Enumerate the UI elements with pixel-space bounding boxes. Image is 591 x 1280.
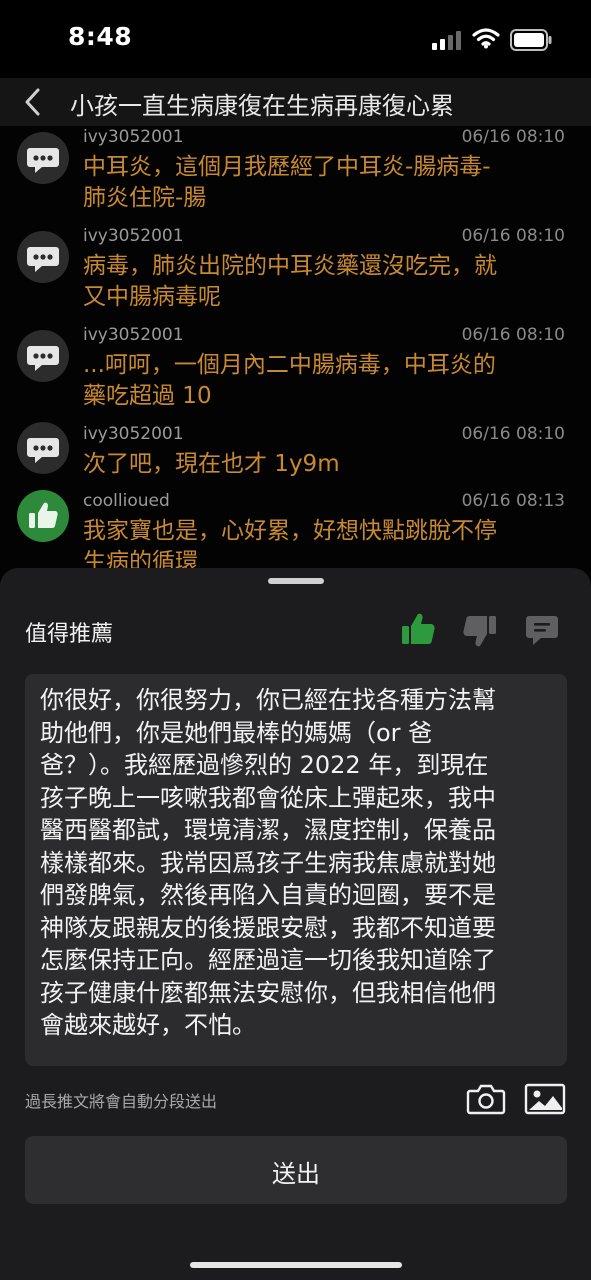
- wifi-icon: [472, 28, 500, 49]
- thumbs-down-icon[interactable]: [462, 612, 498, 648]
- home-indicator[interactable]: [190, 1262, 402, 1268]
- comment-line: 次了吧，現在也才 1y9m: [83, 451, 340, 477]
- status-bar: 8:48: [0, 0, 591, 78]
- comment-timestamp: 06/16 08:10: [461, 424, 565, 444]
- comment-icon[interactable]: [524, 612, 560, 648]
- battery-icon: [510, 29, 552, 51]
- comment-timestamp: 06/16 08:10: [461, 325, 565, 345]
- comment-username[interactable]: ivy3052001: [83, 127, 184, 147]
- thread-header: 小孩一直生病康復在生病再康復心累: [0, 78, 591, 126]
- comment-text: 次了吧，現在也才 1y9m: [83, 449, 563, 480]
- recommend-label: 值得推薦: [25, 622, 114, 647]
- comment-line: 病毒，肺炎出院的中耳炎藥還沒吃完，就: [83, 253, 497, 279]
- comment-text: 中耳炎，這個月我歷經了中耳炎-腸病毒- 肺炎住院-腸: [83, 152, 563, 214]
- comment-username[interactable]: coollioued: [83, 491, 170, 511]
- comment-timestamp: 06/16 08:10: [461, 127, 565, 147]
- chevron-left-icon[interactable]: [18, 82, 48, 122]
- comment-text: 病毒，肺炎出院的中耳炎藥還沒吃完，就 又中腸病毒呢: [83, 251, 563, 313]
- image-icon[interactable]: [524, 1082, 566, 1116]
- input-line: 孩子晚上一咳嗽我都會從床上彈起來，我中: [40, 783, 496, 812]
- split-note: 過長推文將會自動分段送出: [25, 1092, 218, 1111]
- comment-line: 我家寶也是，心好累，好想快點跳脫不停: [83, 518, 497, 544]
- reply-sheet: 值得推薦 你很好，你很努力，你已經在找各種方法幫 助他們，你是她們最棒的媽媽（o…: [0, 568, 591, 1280]
- comment-username[interactable]: ivy3052001: [83, 325, 184, 345]
- comment-input[interactable]: 你很好，你很努力，你已經在找各種方法幫 助他們，你是她們最棒的媽媽（or 爸 爸…: [25, 674, 567, 1066]
- send-button[interactable]: 送出: [25, 1136, 567, 1204]
- camera-icon[interactable]: [466, 1082, 506, 1116]
- comment-text: 我家寶也是，心好累，好想快點跳脫不停 生病的循環: [83, 516, 563, 576]
- comment-timestamp: 06/16 08:13: [461, 491, 565, 511]
- input-line: 們發脾氣，然後再陷入自責的迴圈，要不是: [40, 881, 496, 909]
- comment-text: ...呵呵，一個月內二中腸病毒，中耳炎的 藥吃超過 10: [83, 350, 563, 412]
- input-line: 爸？）。我經歷過慘烈的 2022 年，到現在: [40, 751, 489, 779]
- speech-bubble-icon: [17, 330, 69, 382]
- speech-bubble-icon: [17, 132, 69, 184]
- comment-list[interactable]: ivy3052001 06/16 08:10 中耳炎，這個月我歷經了中耳炎-腸病…: [0, 126, 591, 576]
- comment-line: 中耳炎，這個月我歷經了中耳炎-腸病毒-: [83, 154, 491, 180]
- speech-bubble-icon: [17, 422, 69, 474]
- comment-line: 藥吃超過 10: [83, 383, 212, 409]
- status-time: 8:48: [68, 22, 133, 51]
- send-button-label: 送出: [272, 1160, 320, 1188]
- input-line: 醫西醫都試，環境清潔，濕度控制，保養品: [40, 816, 496, 844]
- input-line: 神隊友跟親友的後援跟安慰，我都不知道要: [40, 913, 496, 942]
- comment-input-text[interactable]: 你很好，你很努力，你已經在找各種方法幫 助他們，你是她們最棒的媽媽（or 爸 爸…: [40, 684, 555, 1042]
- input-line: 你很好，你很努力，你已經在找各種方法幫: [40, 686, 496, 714]
- input-line: 孩子健康什麼都無法安慰你，但我相信他們: [40, 978, 496, 1007]
- comment-line: 肺炎住院-腸: [83, 185, 207, 211]
- thumbs-up-icon: [17, 490, 69, 542]
- comment-username[interactable]: ivy3052001: [83, 226, 184, 246]
- comment-line: ...呵呵，一個月內二中腸病毒，中耳炎的: [83, 352, 496, 378]
- comment-timestamp: 06/16 08:10: [461, 226, 565, 246]
- comment-username[interactable]: ivy3052001: [83, 424, 184, 444]
- input-line: 助他們，你是她們最棒的媽媽（or 爸: [40, 718, 433, 747]
- input-line: 怎麼保持正向。經歷過這一切後我知道除了: [40, 946, 496, 974]
- speech-bubble-icon: [17, 231, 69, 283]
- input-line: 會越來越好，不怕。: [40, 1011, 256, 1039]
- sheet-grabber[interactable]: [268, 578, 324, 584]
- thread-title: 小孩一直生病康復在生病再康復心累: [70, 92, 454, 120]
- cellular-signal-icon: [432, 31, 461, 50]
- comment-line: 又中腸病毒呢: [83, 284, 221, 310]
- input-line: 樣樣都來。我常因爲孩子生病我焦慮就對她: [40, 848, 496, 877]
- thumbs-up-icon[interactable]: [400, 612, 436, 648]
